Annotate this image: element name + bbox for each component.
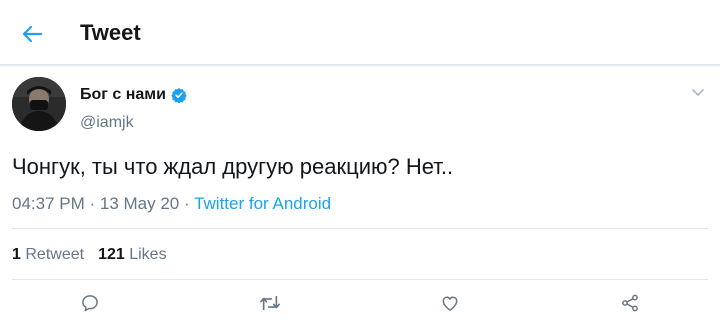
retweets-label: Retweet <box>25 246 85 263</box>
author-name-text: Бог с нами <box>80 86 166 103</box>
tweet-meta: 04:37 PM · 13 May 20 · Twitter for Andro… <box>12 194 331 214</box>
chevron-down-icon <box>692 89 704 96</box>
top-bar: Tweet <box>0 0 720 65</box>
source-separator: · <box>179 194 195 213</box>
likes-count: 121 <box>98 246 125 263</box>
share-button[interactable] <box>617 290 643 316</box>
page-title: Tweet <box>80 20 141 45</box>
tweet-date: 13 May 20 <box>99 194 180 213</box>
heart-icon <box>442 296 458 311</box>
avatar-image <box>12 77 66 131</box>
share-icon <box>622 294 638 312</box>
divider <box>12 279 708 280</box>
reply-icon <box>82 295 98 312</box>
avatar[interactable] <box>12 77 66 131</box>
meta-separator: · <box>84 194 100 213</box>
action-bar <box>0 288 720 318</box>
author-name[interactable]: Бог с нами <box>80 86 187 104</box>
verified-badge-icon <box>171 88 187 103</box>
divider <box>12 228 708 229</box>
arrow-left-icon <box>22 25 43 43</box>
likes-stat[interactable]: 121 Likes <box>98 246 167 264</box>
tweet-time: 04:37 PM <box>12 194 85 213</box>
retweets-stat[interactable]: 1 Retweet <box>12 246 84 264</box>
reply-button[interactable] <box>77 290 103 316</box>
tweet-stats: 1 Retweet 121 Likes <box>12 246 167 264</box>
more-options-button[interactable] <box>690 84 706 100</box>
tweet-text: Чонгук, ты что ждал другую реакцию? Нет.… <box>12 154 454 179</box>
likes-label: Likes <box>129 246 167 263</box>
back-button[interactable] <box>14 16 50 52</box>
tweet-source-link[interactable]: Twitter for Android <box>194 194 331 213</box>
retweets-count: 1 <box>12 246 21 263</box>
retweet-button[interactable] <box>257 290 283 316</box>
author-handle[interactable]: @iamjk <box>80 114 134 132</box>
like-button[interactable] <box>437 290 463 316</box>
retweet-icon <box>260 295 280 311</box>
